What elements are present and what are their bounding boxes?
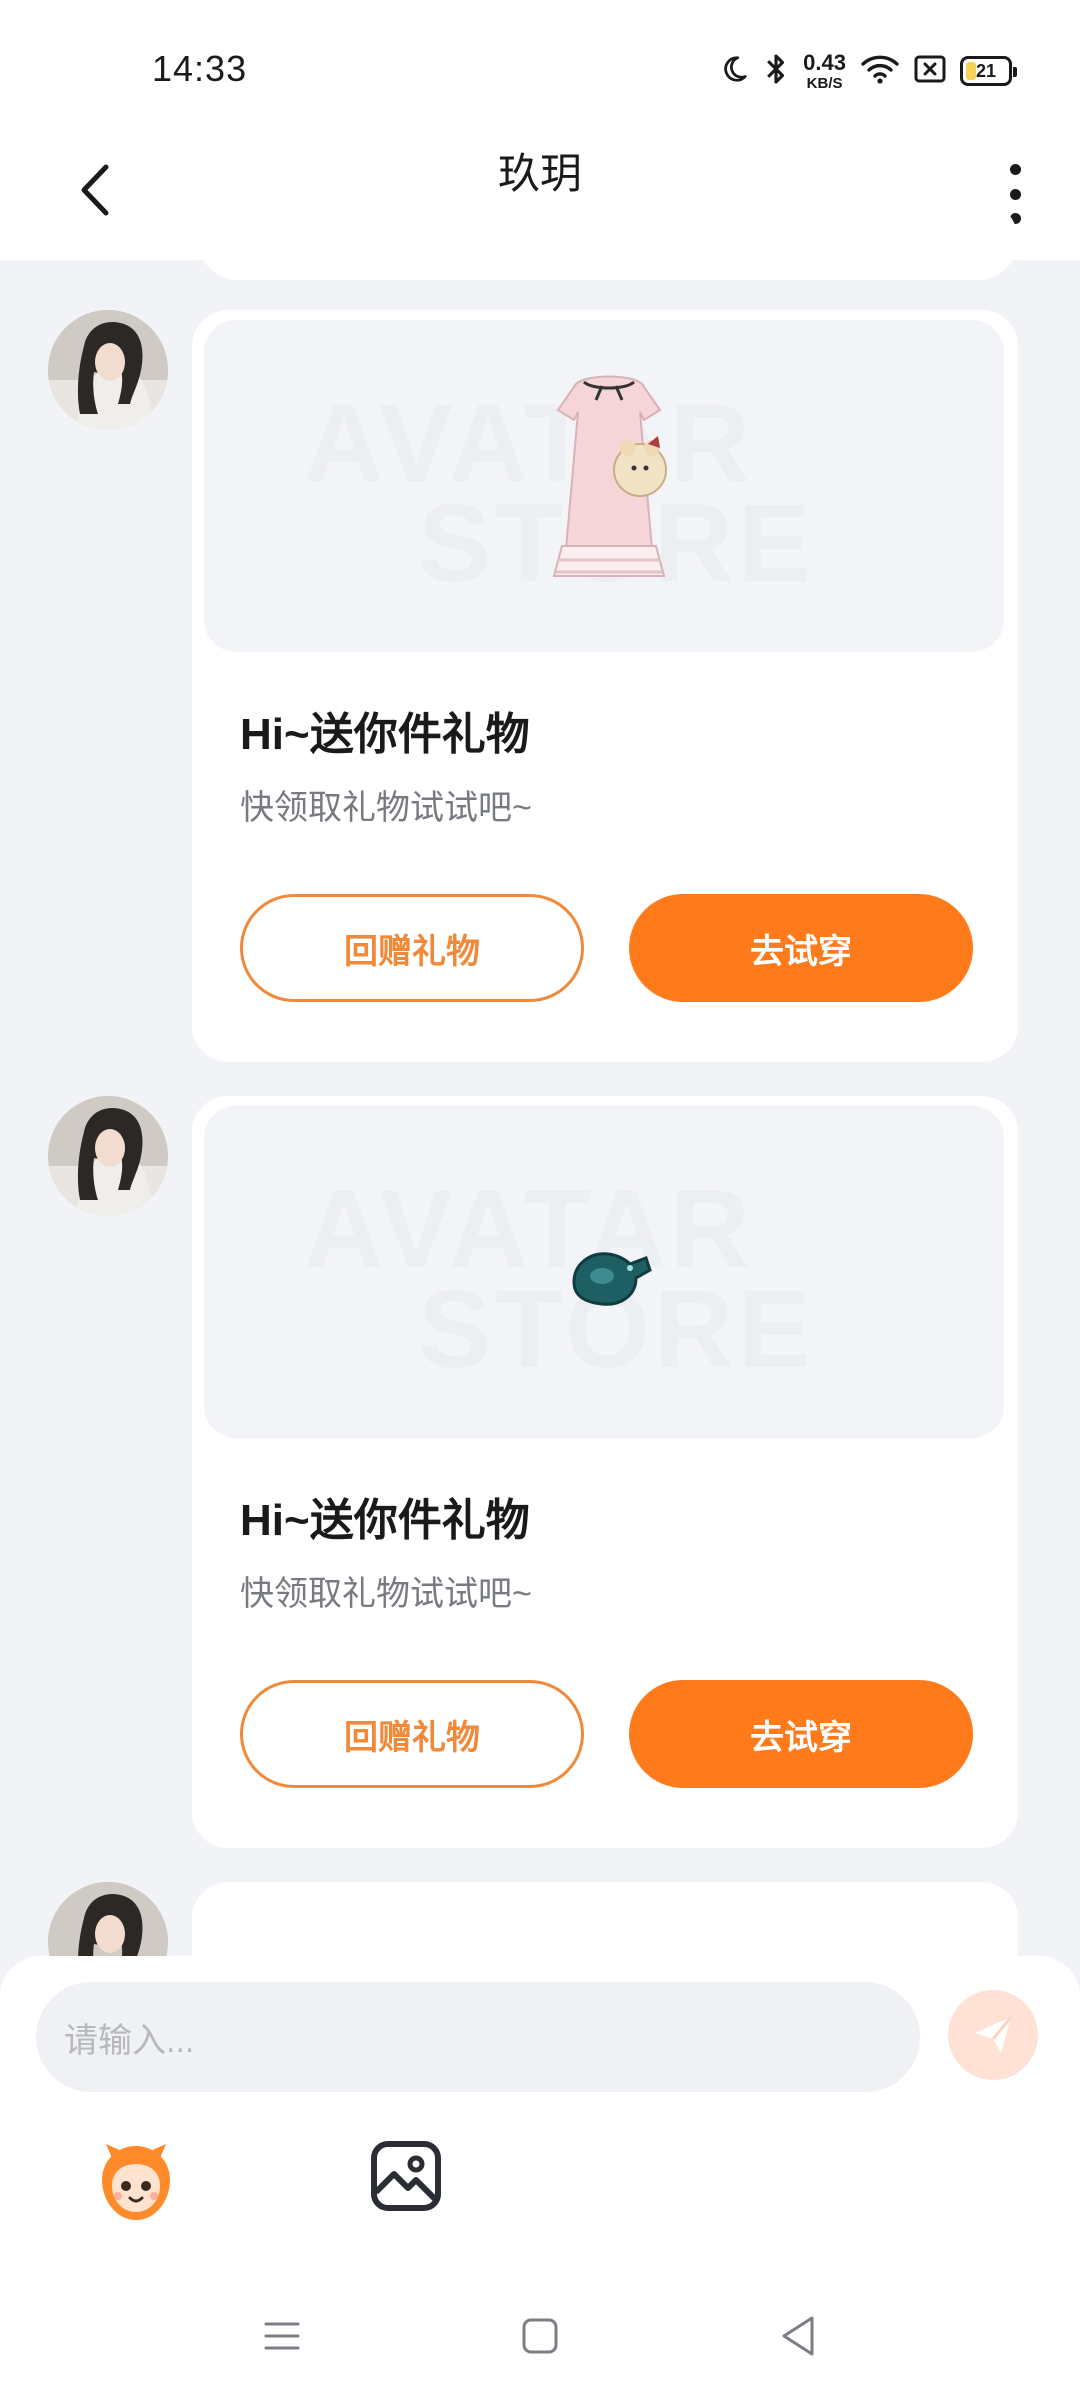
previous-card-edge bbox=[198, 200, 1018, 280]
back-triangle-icon bbox=[782, 2316, 814, 2356]
moon-icon bbox=[719, 54, 749, 89]
chat-title: 玖玥 bbox=[497, 150, 582, 197]
status-icons: 0.43 KB/S 21 bbox=[719, 48, 1017, 94]
gift-card-title: Hi~送你件礼物 bbox=[240, 710, 530, 759]
image-icon bbox=[371, 2141, 441, 2211]
gift-image: AVATAR STORE bbox=[204, 1106, 1004, 1438]
avatar[interactable] bbox=[48, 310, 168, 430]
message-input[interactable]: 请输入... bbox=[36, 1982, 920, 2092]
nav-home-button[interactable] bbox=[520, 2316, 560, 2356]
menu-icon bbox=[264, 2322, 300, 2350]
gift-card-title: Hi~送你件礼物 bbox=[240, 1496, 530, 1545]
image-picker-button[interactable] bbox=[366, 2136, 446, 2216]
send-button[interactable] bbox=[948, 1990, 1038, 2080]
gift-card-description: 快领取礼物试试吧~ bbox=[240, 1575, 532, 1613]
status-time: 14:33 bbox=[152, 48, 248, 89]
try-on-button[interactable]: 去试穿 bbox=[629, 1680, 973, 1788]
wifi-icon bbox=[860, 53, 900, 90]
return-gift-button[interactable]: 回赠礼物 bbox=[240, 1680, 584, 1788]
nav-back-button[interactable] bbox=[778, 2314, 818, 2358]
home-square-icon bbox=[522, 2318, 558, 2354]
sticker-button[interactable] bbox=[88, 2136, 184, 2232]
gift-card[interactable]: AVATAR STORE bbox=[192, 310, 1018, 1062]
return-gift-button[interactable]: 回赠礼物 bbox=[240, 894, 584, 1002]
network-speed-value: 0.43 bbox=[803, 49, 846, 75]
teal-hair-clip-icon bbox=[564, 1242, 654, 1317]
battery-level: 21 bbox=[975, 60, 997, 81]
battery-icon: 21 bbox=[960, 56, 1017, 86]
send-icon bbox=[975, 2016, 1013, 2053]
gift-card[interactable]: AVATAR STORE Hi~送你件礼物 快领取礼物试试吧~ 回赠礼物 去试穿 bbox=[192, 1096, 1018, 1848]
avatar[interactable] bbox=[48, 1096, 168, 1216]
mascot-sticker-icon bbox=[102, 2144, 170, 2220]
chat-screen: 14:33 0.43 KB/S 21 玖玥 AVATAR Hi~送你件礼物 快领… bbox=[0, 0, 1080, 2400]
network-speed: 0.43 KB/S bbox=[803, 49, 846, 92]
gift-image: AVATAR STORE bbox=[204, 320, 1004, 652]
gift-card-description: 快领取礼物试试吧~ bbox=[240, 789, 532, 827]
pink-dress-icon bbox=[524, 360, 694, 601]
try-on-button[interactable]: 去试穿 bbox=[629, 894, 973, 1002]
no-sim-icon bbox=[914, 54, 946, 89]
status-bar: 14:33 0.43 KB/S 21 bbox=[0, 0, 1080, 130]
bluetooth-icon bbox=[763, 52, 789, 91]
network-speed-unit: KB/S bbox=[806, 74, 843, 92]
message-list[interactable]: AVATAR STORE bbox=[0, 200, 1080, 2002]
nav-menu-button[interactable] bbox=[262, 2316, 302, 2356]
